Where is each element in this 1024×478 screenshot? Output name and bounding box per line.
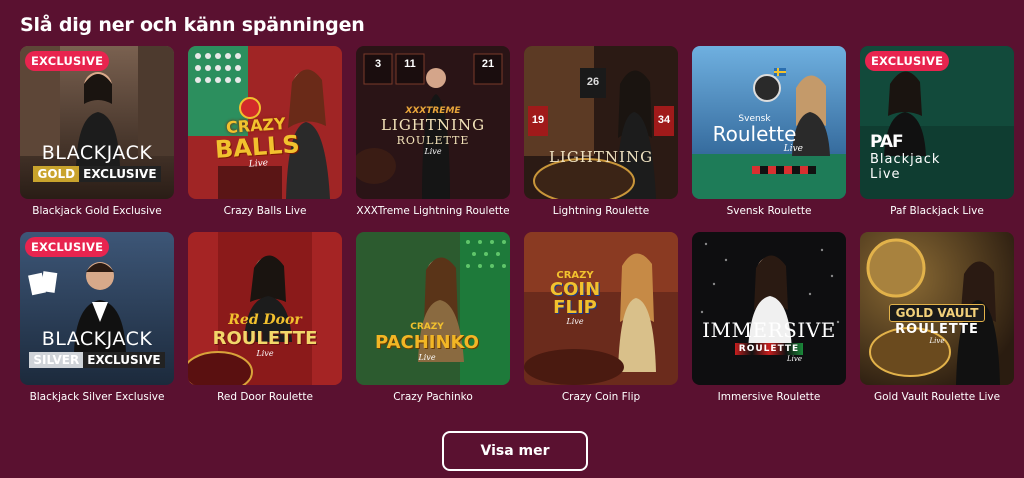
game-title[interactable]: Paf Blackjack Live — [860, 205, 1014, 217]
logo-line: Live — [870, 167, 901, 182]
logo-line: LIGHTNING — [380, 116, 486, 134]
roulette-number: 26 — [586, 76, 600, 88]
game-title[interactable]: Blackjack Silver Exclusive — [20, 391, 174, 403]
logo-tag-exclusive: EXCLUSIVE — [79, 166, 161, 182]
game-card-lightning-roulette[interactable]: 26 19 34 LIGHTNING Lightning Roulette — [524, 46, 678, 232]
logo-tag-exclusive: EXCLUSIVE — [83, 352, 165, 368]
game-logo: CRAZY COIN FLIP Live — [530, 270, 620, 326]
game-card-xxxtreme-lightning-roulette[interactable]: 3 11 21 XXXTREME LIGHTNING ROULETTE Live… — [356, 46, 510, 232]
game-card-paf-blackjack-live[interactable]: EXCLUSIVE PAF Blackjack Live Paf Blackja… — [860, 46, 1014, 232]
logo-line: Roulette — [712, 122, 797, 146]
game-thumbnail[interactable]: EXCLUSIVE BLACKJACK GOLD EXCLUSIVE — [20, 46, 174, 199]
logo-line: Live — [929, 337, 945, 345]
game-card-crazy-balls[interactable]: CRAZY BALLS Live Crazy Balls Live — [188, 46, 342, 232]
logo-line: ROULETTE — [212, 328, 318, 349]
logo-line: GOLD VAULT — [895, 306, 979, 320]
game-thumbnail[interactable]: Svensk Roulette Live — [692, 46, 846, 199]
roulette-number: 11 — [404, 58, 416, 70]
game-logo: CRAZY PACHINKO Live — [372, 322, 482, 362]
game-card-immersive-roulette[interactable]: IMMERSIVE ROULETTE Live Immersive Roulet… — [692, 232, 846, 418]
game-logo: IMMERSIVE ROULETTE Live — [692, 318, 846, 363]
logo-line: Live — [787, 355, 802, 363]
game-thumbnail[interactable]: EXCLUSIVE BLACKJACK SILVER EXCLUSIVE — [20, 232, 174, 385]
game-title[interactable]: Lightning Roulette — [524, 205, 678, 217]
game-title[interactable]: Svensk Roulette — [692, 205, 846, 217]
game-logo: BLACKJACK SILVER EXCLUSIVE — [20, 328, 174, 368]
logo-line: Live — [566, 317, 584, 326]
exclusive-badge: EXCLUSIVE — [865, 51, 950, 71]
game-logo: Svensk Roulette Live — [692, 114, 817, 154]
game-grid: EXCLUSIVE BLACKJACK GOLD EXCLUSIVE Black… — [20, 46, 1014, 418]
logo-line: ROULETTE — [895, 322, 979, 337]
roulette-number: 34 — [657, 114, 671, 126]
game-thumbnail[interactable]: IMMERSIVE ROULETTE Live — [692, 232, 846, 385]
game-card-crazy-pachinko[interactable]: CRAZY PACHINKO Live Crazy Pachinko — [356, 232, 510, 418]
logo-line: BLACKJACK — [41, 328, 153, 350]
paf-logo: PAF — [870, 132, 904, 152]
game-title[interactable]: Red Door Roulette — [188, 391, 342, 403]
game-logo: PAF Blackjack Live — [870, 132, 940, 182]
show-more-button[interactable]: Visa mer — [442, 431, 588, 471]
game-title[interactable]: XXXTreme Lightning Roulette — [356, 205, 510, 217]
game-card-svensk-roulette[interactable]: Svensk Roulette Live Svensk Roulette — [692, 46, 846, 232]
game-thumbnail[interactable]: CRAZY COIN FLIP Live — [524, 232, 678, 385]
roulette-number: 21 — [481, 58, 495, 70]
game-card-gold-vault-roulette[interactable]: GOLD VAULT ROULETTE Live Gold Vault Roul… — [860, 232, 1014, 418]
game-card-crazy-coin-flip[interactable]: CRAZY COIN FLIP Live Crazy Coin Flip — [524, 232, 678, 418]
game-thumbnail[interactable]: GOLD VAULT ROULETTE Live — [860, 232, 1014, 385]
game-card-blackjack-silver[interactable]: EXCLUSIVE BLACKJACK SILVER EXCLUSIVE Bla… — [20, 232, 174, 418]
logo-line: Red Door — [228, 312, 302, 328]
game-thumbnail[interactable]: Red Door ROULETTE Live — [188, 232, 342, 385]
logo-line: Blackjack — [870, 152, 941, 167]
game-card-red-door-roulette[interactable]: Red Door ROULETTE Live Red Door Roulette — [188, 232, 342, 418]
game-thumbnail[interactable]: 26 19 34 LIGHTNING — [524, 46, 678, 199]
game-title[interactable]: Immersive Roulette — [692, 391, 846, 403]
game-thumbnail[interactable]: 3 11 21 XXXTREME LIGHTNING ROULETTE Live — [356, 46, 510, 199]
section-title: Slå dig ner och känn spänningen — [20, 14, 365, 36]
game-thumbnail[interactable]: CRAZY PACHINKO Live — [356, 232, 510, 385]
game-logo: Red Door ROULETTE Live — [188, 312, 342, 358]
logo-tag-gold: GOLD — [33, 166, 80, 182]
logo-tag-silver: SILVER — [29, 352, 84, 368]
logo-line: IMMERSIVE — [702, 318, 836, 342]
game-title[interactable]: Crazy Pachinko — [356, 391, 510, 403]
logo-line: FLIP — [553, 297, 597, 318]
exclusive-badge: EXCLUSIVE — [25, 51, 110, 71]
logo-line: XXXTREME — [405, 106, 461, 116]
logo-line: ROULETTE — [396, 134, 470, 147]
logo-line: Live — [418, 353, 436, 362]
logo-line: CRAZY — [410, 322, 444, 332]
game-card-blackjack-gold[interactable]: EXCLUSIVE BLACKJACK GOLD EXCLUSIVE Black… — [20, 46, 174, 232]
game-title[interactable]: Blackjack Gold Exclusive — [20, 205, 174, 217]
game-title[interactable]: Crazy Coin Flip — [524, 391, 678, 403]
game-logo: LIGHTNING — [548, 148, 654, 166]
game-logo: XXXTREME LIGHTNING ROULETTE Live — [356, 106, 510, 156]
logo-line: Live — [424, 147, 442, 156]
game-logo: BLACKJACK GOLD EXCLUSIVE — [20, 142, 174, 182]
roulette-number: 3 — [374, 58, 382, 70]
logo-line: BLACKJACK — [41, 142, 153, 164]
game-title[interactable]: Gold Vault Roulette Live — [860, 391, 1014, 403]
game-thumbnail[interactable]: EXCLUSIVE PAF Blackjack Live — [860, 46, 1014, 199]
game-logo: GOLD VAULT ROULETTE Live — [860, 304, 1014, 345]
game-title[interactable]: Crazy Balls Live — [188, 205, 342, 217]
game-thumbnail[interactable]: CRAZY BALLS Live — [188, 46, 342, 199]
roulette-number: 19 — [531, 114, 545, 126]
game-logo: CRAZY BALLS Live — [200, 112, 313, 173]
exclusive-badge: EXCLUSIVE — [25, 237, 110, 257]
logo-tag-roulette: ROULETTE — [734, 343, 804, 355]
logo-line: PACHINKO — [375, 332, 479, 353]
logo-line: Live — [256, 349, 274, 358]
